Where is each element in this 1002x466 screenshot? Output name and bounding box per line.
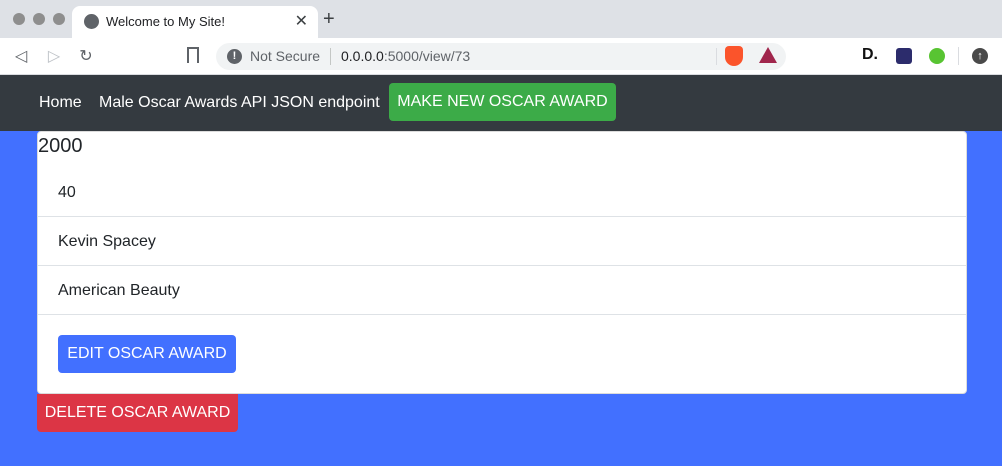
browser-tab-bar: Welcome to My Site! ✕ +	[0, 0, 1002, 38]
list-item-movie: American Beauty	[38, 266, 966, 315]
edit-award-button[interactable]: EDIT OSCAR AWARD	[58, 335, 236, 373]
list-item-age: 40	[38, 168, 966, 217]
address-divider-right	[716, 48, 717, 65]
address-bar[interactable]: ! Not Secure 0.0.0.0:5000/view/73	[216, 43, 786, 70]
nav-api-link[interactable]: Male Oscar Awards API JSON endpoint	[99, 94, 380, 112]
browser-toolbar: ◁ ▷ ↻ ! Not Secure 0.0.0.0:5000/view/73 …	[0, 38, 1002, 75]
nav-home-link[interactable]: Home	[39, 94, 82, 112]
make-new-award-button[interactable]: MAKE NEW OSCAR AWARD	[389, 83, 616, 121]
award-movie: American Beauty	[58, 282, 180, 299]
update-icon[interactable]: ↑	[972, 48, 988, 64]
brave-shield-icon[interactable]	[725, 46, 743, 66]
extension-bar-icon[interactable]	[896, 48, 912, 64]
forward-icon[interactable]: ▷	[44, 46, 64, 66]
browser-tab[interactable]: Welcome to My Site! ✕	[72, 6, 318, 38]
award-year: 2000	[38, 135, 83, 157]
site-navbar: Home Male Oscar Awards API JSON endpoint…	[0, 75, 1002, 131]
security-status[interactable]: Not Secure	[250, 48, 320, 64]
new-tab-button[interactable]: +	[323, 9, 335, 29]
extension-leaf-icon[interactable]	[929, 48, 945, 64]
bookmark-icon[interactable]	[187, 47, 199, 63]
url-text[interactable]: 0.0.0.0:5000/view/73	[341, 48, 470, 64]
globe-icon	[84, 14, 99, 29]
window-minimize-dot[interactable]	[33, 13, 45, 25]
award-name: Kevin Spacey	[58, 233, 156, 250]
url-path: :5000/view/73	[383, 48, 471, 64]
toolbar-divider	[958, 47, 959, 65]
brave-rewards-icon[interactable]	[759, 47, 777, 63]
extension-d-icon[interactable]: D.	[862, 46, 878, 63]
close-icon[interactable]: ✕	[295, 11, 308, 31]
award-card: 2000 40 Kevin Spacey American Beauty EDI…	[37, 131, 967, 394]
address-divider	[330, 48, 331, 65]
award-age: 40	[58, 184, 76, 201]
delete-award-button[interactable]: DELETE OSCAR AWARD	[37, 394, 238, 432]
info-icon[interactable]: !	[227, 49, 242, 64]
window-close-dot[interactable]	[13, 13, 25, 25]
url-host: 0.0.0.0	[341, 48, 384, 64]
list-item-name: Kevin Spacey	[38, 217, 966, 266]
reload-icon[interactable]: ↻	[76, 46, 96, 66]
back-icon[interactable]: ◁	[11, 46, 31, 66]
tab-title: Welcome to My Site!	[106, 14, 225, 29]
window-zoom-dot[interactable]	[53, 13, 65, 25]
